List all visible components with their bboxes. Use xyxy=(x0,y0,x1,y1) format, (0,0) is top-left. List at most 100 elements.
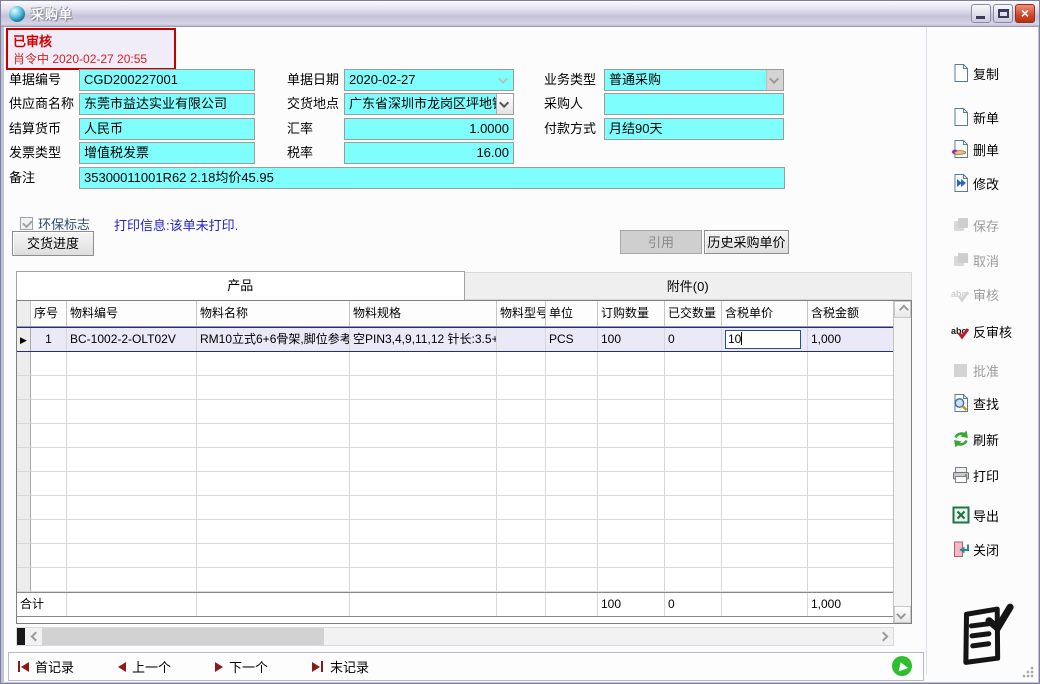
empty-cell[interactable] xyxy=(197,496,350,520)
grid-cell-unit[interactable]: PCS xyxy=(546,328,598,351)
empty-cell[interactable] xyxy=(350,520,497,544)
empty-cell[interactable] xyxy=(31,352,67,376)
empty-cell[interactable] xyxy=(722,568,808,592)
grid-header-cell[interactable]: 物料型号 xyxy=(497,301,546,326)
empty-cell[interactable] xyxy=(546,424,598,448)
grid-cell-code[interactable]: BC-1002-2-OLT02V xyxy=(67,328,197,351)
empty-cell[interactable] xyxy=(350,424,497,448)
horizontal-scrollbar[interactable] xyxy=(16,627,894,646)
empty-cell[interactable] xyxy=(350,496,497,520)
empty-cell[interactable] xyxy=(67,520,197,544)
empty-cell[interactable] xyxy=(546,520,598,544)
scroll-down-button[interactable] xyxy=(894,606,911,623)
invoice-type-field[interactable]: 增值税发票 xyxy=(79,142,255,164)
empty-cell[interactable] xyxy=(197,472,350,496)
grid-header-cell[interactable]: 含税单价 xyxy=(722,301,808,326)
empty-cell[interactable] xyxy=(722,400,808,424)
doc-no-field[interactable]: CGD200227001 xyxy=(79,69,255,91)
empty-row[interactable] xyxy=(17,520,894,544)
grid-header-cell[interactable]: 物料名称 xyxy=(197,301,350,326)
empty-cell[interactable] xyxy=(497,568,546,592)
empty-cell[interactable] xyxy=(665,472,722,496)
tab-products[interactable]: 产品 xyxy=(16,271,465,300)
resize-grip[interactable] xyxy=(1022,666,1034,678)
refresh-button[interactable]: 刷新 xyxy=(949,427,1031,451)
empty-cell[interactable] xyxy=(598,544,665,568)
empty-cell[interactable] xyxy=(665,568,722,592)
empty-cell[interactable] xyxy=(722,472,808,496)
first-record-button[interactable]: 首记录 xyxy=(17,657,74,676)
history-price-button[interactable]: 历史采购单价 xyxy=(704,230,789,254)
modify-button[interactable]: 修改 xyxy=(949,171,1031,195)
empty-cell[interactable] xyxy=(665,544,722,568)
empty-cell[interactable] xyxy=(197,568,350,592)
next-record-button[interactable]: 下一个 xyxy=(215,657,268,676)
empty-cell[interactable] xyxy=(546,448,598,472)
grid-cell-name[interactable]: RM10立式6+6骨架,脚位参考 xyxy=(197,328,350,351)
empty-row[interactable] xyxy=(17,472,894,496)
empty-cell[interactable] xyxy=(598,472,665,496)
empty-cell[interactable] xyxy=(665,400,722,424)
grid-header-cell[interactable]: 含税金额 xyxy=(808,301,894,326)
empty-cell[interactable] xyxy=(598,424,665,448)
grid-header-cell[interactable]: 物料编号 xyxy=(67,301,197,326)
grid-cell-qty[interactable]: 100 xyxy=(598,328,665,351)
vertical-scrollbar[interactable] xyxy=(893,301,911,623)
empty-cell[interactable] xyxy=(31,472,67,496)
empty-cell[interactable] xyxy=(808,352,894,376)
audit-button[interactable]: abc审核 xyxy=(949,282,1031,306)
currency-field[interactable]: 人民币 xyxy=(79,118,255,140)
new-button[interactable]: 新单 xyxy=(949,105,1031,129)
empty-cell[interactable] xyxy=(665,352,722,376)
empty-cell[interactable] xyxy=(598,520,665,544)
grid-header-cell[interactable]: 物料规格 xyxy=(350,301,497,326)
empty-cell[interactable] xyxy=(808,448,894,472)
empty-cell[interactable] xyxy=(67,400,197,424)
empty-cell[interactable] xyxy=(350,544,497,568)
empty-cell[interactable] xyxy=(722,520,808,544)
empty-cell[interactable] xyxy=(497,352,546,376)
empty-cell[interactable] xyxy=(350,376,497,400)
empty-cell[interactable] xyxy=(31,496,67,520)
copy-button[interactable]: 复制 xyxy=(949,61,1031,85)
scrollbar-thumb[interactable] xyxy=(42,628,324,645)
empty-cell[interactable] xyxy=(808,544,894,568)
empty-cell[interactable] xyxy=(350,400,497,424)
empty-cell[interactable] xyxy=(546,400,598,424)
grid-header-cell[interactable]: 单位 xyxy=(546,301,598,326)
delete-button[interactable]: 删单 xyxy=(949,137,1031,161)
empty-cell[interactable] xyxy=(67,448,197,472)
minimize-button[interactable] xyxy=(971,4,991,23)
empty-cell[interactable] xyxy=(598,568,665,592)
empty-cell[interactable] xyxy=(808,496,894,520)
empty-cell[interactable] xyxy=(197,424,350,448)
empty-cell[interactable] xyxy=(808,568,894,592)
quote-button[interactable]: 引用 xyxy=(620,230,702,254)
empty-cell[interactable] xyxy=(665,496,722,520)
empty-cell[interactable] xyxy=(197,544,350,568)
empty-cell[interactable] xyxy=(665,520,722,544)
scroll-right-button[interactable] xyxy=(876,628,893,645)
empty-cell[interactable] xyxy=(197,376,350,400)
grid-cell-model[interactable] xyxy=(497,328,546,351)
table-row[interactable]: ▶1BC-1002-2-OLT02VRM10立式6+6骨架,脚位参考空PIN3,… xyxy=(17,327,894,352)
empty-row[interactable] xyxy=(17,544,894,568)
grid-header-cell[interactable]: 订购数量 xyxy=(598,301,665,326)
business-type-field[interactable]: 普通采购 xyxy=(604,69,784,91)
empty-cell[interactable] xyxy=(598,496,665,520)
grid-cell-price[interactable]: 10 xyxy=(722,328,808,351)
print-button[interactable]: 打印 xyxy=(949,463,1031,487)
payment-method-field[interactable]: 月结90天 xyxy=(604,118,784,140)
empty-cell[interactable] xyxy=(31,400,67,424)
empty-row[interactable] xyxy=(17,376,894,400)
empty-cell[interactable] xyxy=(808,520,894,544)
delivery-place-dropdown-button[interactable] xyxy=(496,94,513,114)
empty-cell[interactable] xyxy=(67,496,197,520)
empty-cell[interactable] xyxy=(497,472,546,496)
empty-cell[interactable] xyxy=(67,568,197,592)
export-button[interactable]: 导出 xyxy=(949,503,1031,527)
empty-cell[interactable] xyxy=(808,376,894,400)
empty-cell[interactable] xyxy=(350,352,497,376)
close-button[interactable]: × xyxy=(1015,4,1035,23)
empty-cell[interactable] xyxy=(722,376,808,400)
